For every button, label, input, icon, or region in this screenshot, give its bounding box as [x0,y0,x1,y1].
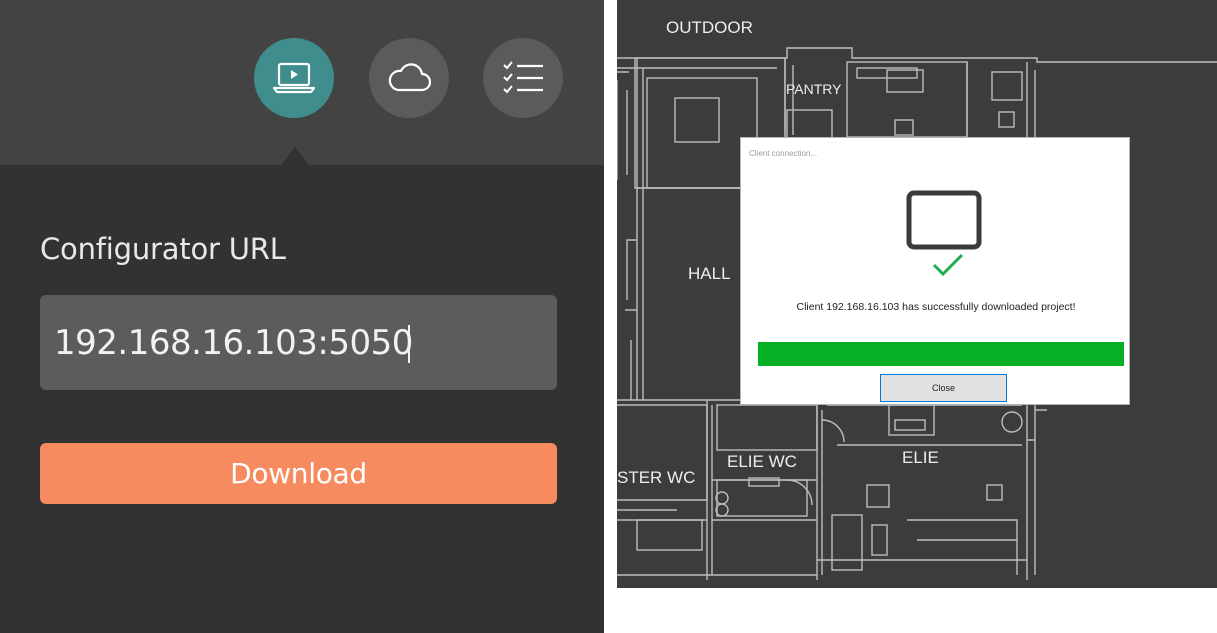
download-progress-fill [758,342,1124,366]
monitor-icon [906,190,982,250]
download-button[interactable]: Download [40,443,557,504]
dialog-message: Client 192.168.16.103 has successfully d… [796,301,1076,313]
room-label-pantry: PANTRY [786,81,842,97]
configurator-url-input[interactable] [40,295,557,390]
close-button[interactable]: Close [880,374,1007,402]
cloud-button[interactable] [369,38,449,118]
room-label-ster-wc: STER WC [617,468,696,487]
configurator-url-label: Configurator URL [40,232,286,266]
checklist-button[interactable] [483,38,563,118]
download-progress-bar [758,342,1124,366]
check-icon [932,253,964,277]
local-device-button[interactable] [254,38,334,118]
room-label-outdoor: OUTDOOR [666,18,753,37]
room-label-elie-wc: ELIE WC [727,452,797,471]
configurator-panel: Configurator URL Download [0,0,604,633]
laptop-play-icon [272,62,316,94]
room-label-hall: HALL [688,264,731,283]
toolbar [0,0,604,165]
room-label-elie: ELIE [902,448,939,467]
dialog-title: Client connection... [749,149,818,158]
checklist-icon [503,61,543,94]
text-caret [408,325,410,363]
cloud-icon [388,63,432,92]
active-tab-pointer [281,147,309,165]
client-connection-dialog: Client connection... Client 192.168.16.1… [740,137,1130,405]
